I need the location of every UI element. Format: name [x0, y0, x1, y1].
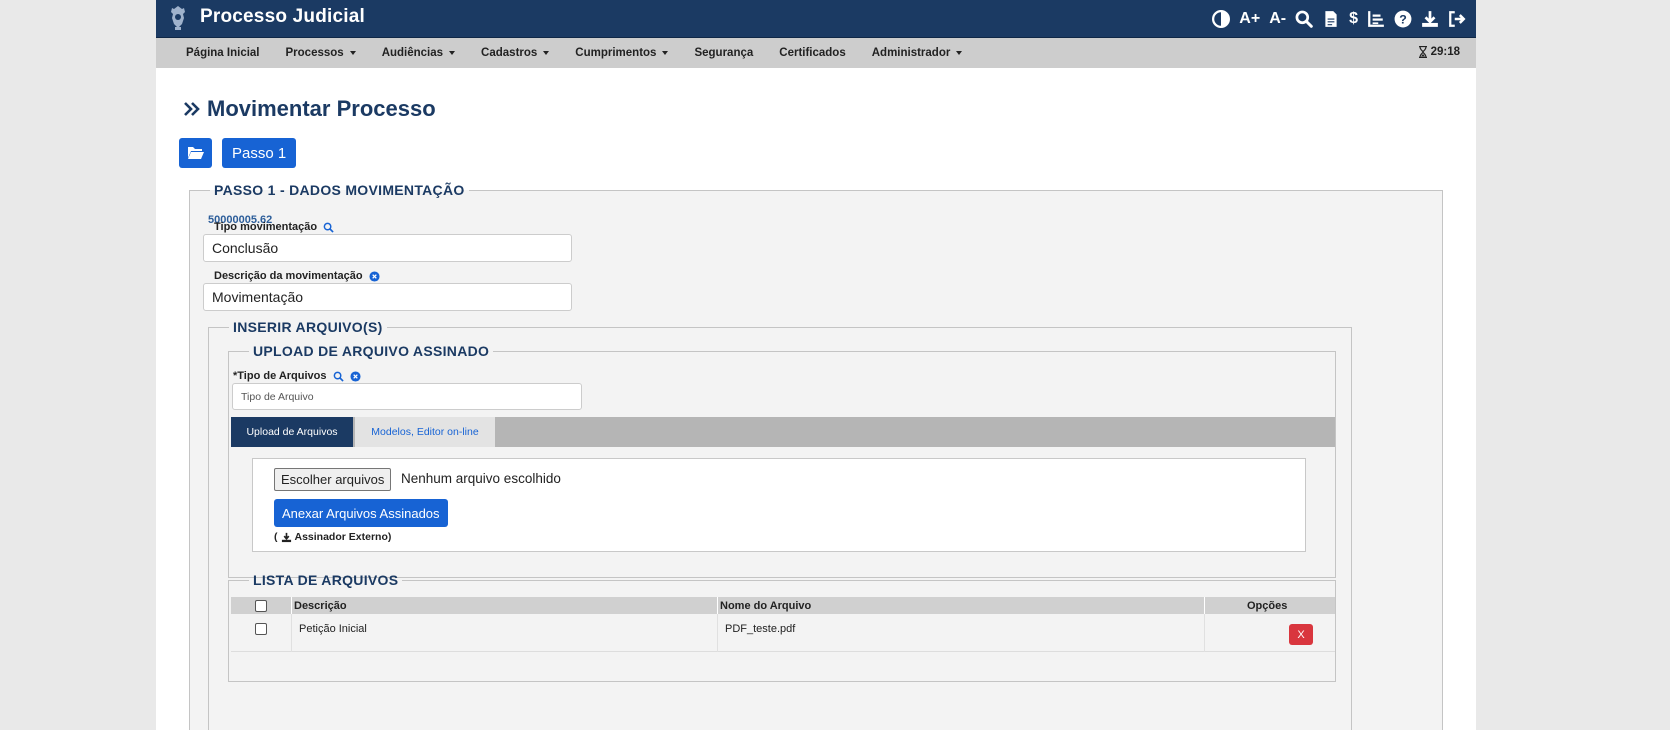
file-status-text: Nenhum arquivo escolhido — [401, 471, 561, 486]
double-chevron-right-icon — [184, 102, 200, 116]
delete-file-button[interactable]: X — [1289, 624, 1313, 645]
nav-item-label: Administrador — [871, 47, 951, 59]
row-nome-arquivo: PDF_teste.pdf — [725, 623, 796, 635]
label-text: Descrição da movimentação — [214, 270, 363, 282]
select-all-checkbox[interactable] — [255, 599, 267, 612]
external-signer-text: Assinador Externo) — [294, 531, 392, 543]
clear-circle-icon[interactable] — [349, 370, 361, 382]
clear-circle-icon[interactable] — [369, 270, 380, 282]
step1-legend: PASSO 1 - DADOS MOVIMENTAÇÃO — [214, 182, 465, 198]
page-title-text: Movimentar Processo — [207, 96, 436, 121]
tipo-movimentacao-input[interactable]: Conclusão — [203, 234, 572, 262]
nav-menu: Página Inicial Processos Audiências Cada… — [186, 38, 988, 68]
main-content: Movimentar Processo Passo 1 PASSO 1 - DA… — [156, 68, 1476, 730]
label-text: *Tipo de Arquivos — [233, 370, 327, 382]
column-header-nome-arquivo: Nome do Arquivo — [720, 599, 812, 612]
tipo-arquivos-label: *Tipo de Arquivos — [233, 370, 361, 382]
contrast-icon[interactable] — [1212, 8, 1231, 30]
row-descricao: Petição Inicial — [299, 623, 367, 635]
step-1-button[interactable]: Passo 1 — [222, 138, 297, 168]
caret-down-icon — [662, 51, 669, 55]
nav-item-label: Cadastros — [481, 47, 538, 59]
app-title: Processo Judicial — [200, 6, 365, 27]
caret-down-icon — [543, 51, 550, 55]
nav-item-cumprimentos[interactable]: Cumprimentos — [575, 47, 669, 59]
help-icon[interactable]: ? — [1394, 8, 1412, 30]
upload-tabs: Upload de Arquivos Modelos, Editor on-li… — [231, 417, 1335, 447]
folder-open-icon — [187, 147, 204, 159]
nav-item-certificados[interactable]: Certificados — [779, 47, 845, 59]
nav-item-audiencias[interactable]: Audiências — [381, 47, 456, 59]
tab-upload-arquivos[interactable]: Upload de Arquivos — [231, 417, 353, 447]
row-checkbox[interactable] — [255, 623, 267, 635]
timer-value: 29:18 — [1430, 46, 1460, 58]
top-header-band: Processo Judicial A+ A- $ ? — [0, 0, 1670, 38]
chart-icon[interactable] — [1367, 8, 1385, 30]
nav-item-label: Segurança — [694, 47, 754, 59]
session-timer: 29:18 — [1418, 46, 1460, 58]
dollar-icon[interactable]: $ — [1349, 8, 1358, 30]
paren-open: ( — [274, 531, 278, 543]
page-title: Movimentar Processo — [183, 96, 436, 122]
nav-item-processos[interactable]: Processos — [286, 47, 356, 59]
external-signer-link[interactable]: ( Assinador Externo) — [274, 531, 391, 543]
nav-item-administrador[interactable]: Administrador — [872, 47, 963, 59]
choose-files-button[interactable]: Escolher arquivos — [274, 468, 392, 491]
main-navbar: Página Inicial Processos Audiências Cada… — [156, 38, 1476, 68]
document-icon[interactable] — [1322, 8, 1340, 30]
upload-legend: UPLOAD DE ARQUIVO ASSINADO — [253, 343, 490, 359]
tipo-arquivo-input[interactable]: Tipo de Arquivo — [232, 383, 582, 410]
column-header-descricao: Descrição — [294, 599, 347, 612]
nav-item-label: Processos — [285, 47, 344, 59]
table-row: Petição Inicial PDF_teste.pdf X — [231, 614, 1335, 652]
open-folder-button[interactable] — [179, 138, 212, 168]
upload-area: Escolher arquivos Nenhum arquivo escolhi… — [252, 458, 1306, 552]
nav-item-pagina-inicial[interactable]: Página Inicial — [186, 47, 260, 59]
caret-down-icon — [956, 51, 963, 55]
coat-of-arms-logo — [171, 6, 185, 30]
increase-font-icon[interactable]: A+ — [1239, 8, 1260, 30]
download-icon — [281, 532, 291, 542]
tipo-movimentacao-label: Tipo movimentação — [214, 221, 334, 233]
nav-item-cadastros[interactable]: Cadastros — [481, 47, 550, 59]
label-text: Tipo movimentação — [214, 221, 318, 233]
search-icon[interactable] — [1295, 8, 1313, 30]
header-toolbar: A+ A- $ ? — [1212, 7, 1466, 31]
logout-icon[interactable] — [1448, 8, 1466, 30]
nav-item-seguranca[interactable]: Segurança — [694, 47, 753, 59]
caret-down-icon — [349, 51, 356, 55]
download-icon[interactable] — [1421, 8, 1439, 30]
table-header: Descrição Nome do Arquivo Opções — [231, 597, 1335, 614]
tab-modelos-editor[interactable]: Modelos, Editor on-line — [355, 417, 495, 447]
search-icon[interactable] — [323, 222, 334, 233]
nav-item-label: Cumprimentos — [575, 47, 657, 59]
decrease-font-icon[interactable]: A- — [1269, 8, 1286, 30]
inserir-legend: INSERIR ARQUIVO(S) — [233, 319, 383, 335]
column-header-opcoes: Opções — [1247, 599, 1288, 612]
hourglass-icon — [1418, 46, 1427, 58]
nav-item-label: Audiências — [381, 47, 444, 59]
nav-item-label: Certificados — [779, 47, 846, 59]
lista-legend: LISTA DE ARQUIVOS — [253, 572, 399, 588]
nav-item-label: Página Inicial — [186, 47, 260, 59]
attach-signed-files-button[interactable]: Anexar Arquivos Assinados — [274, 499, 448, 527]
caret-down-icon — [449, 51, 456, 55]
descricao-movimentacao-input[interactable]: Movimentação — [203, 283, 572, 311]
descricao-movimentacao-label: Descrição da movimentação — [214, 270, 380, 282]
search-icon[interactable] — [333, 371, 344, 382]
svg-text:?: ? — [1399, 13, 1407, 27]
top-header: Processo Judicial A+ A- $ ? — [156, 0, 1476, 38]
